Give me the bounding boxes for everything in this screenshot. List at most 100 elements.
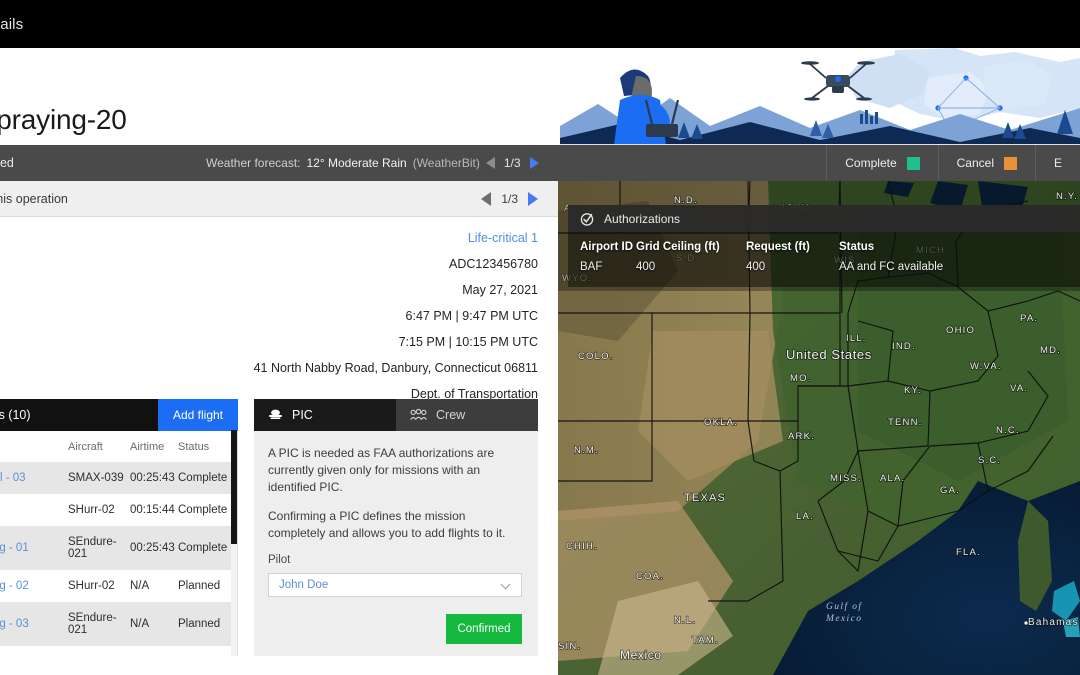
- authorization-status: AA and FC available: [839, 261, 944, 273]
- authorizations-table: Airport ID Grid Ceiling (ft) Request (ft…: [568, 232, 1080, 276]
- pic-panel-actions: Confirmed: [268, 597, 522, 644]
- map-label: Gulf of: [826, 601, 862, 612]
- pilot-select[interactable]: John Doe: [268, 573, 522, 597]
- flights-table: Aircraft Airtime Status pectral - 03 SMA…: [0, 431, 238, 675]
- triangle-right-icon[interactable]: [529, 157, 539, 169]
- toolbar-actions: Complete Cancel E: [826, 145, 1080, 181]
- operations-panel-header: ons in this operation 1/3: [0, 181, 558, 217]
- date-value: May 27, 2021: [462, 283, 538, 297]
- flights-panel-title: Flights (10): [0, 408, 31, 422]
- flight-aircraft[interactable]: SMAX-039: [68, 462, 130, 494]
- pic-description-2: Confirming a PIC defines the mission com…: [268, 509, 506, 540]
- flight-aircraft[interactable]: SHurr-02: [68, 570, 130, 602]
- operations-page-indicator: 1/3: [501, 191, 518, 206]
- authorization-airport-id: BAF: [580, 261, 603, 273]
- flight-airtime: 00:25:43: [130, 462, 178, 494]
- tab-pic[interactable]: PIC: [254, 399, 396, 431]
- weather-forecast-source: (WeatherBit): [412, 156, 480, 170]
- map-label: Mexico: [825, 614, 862, 624]
- map-label: TEXAS: [684, 492, 726, 504]
- flight-status: Planned: [178, 580, 221, 592]
- detail-row: ime 7:15 PM | 10:15 PM UTC: [0, 329, 538, 355]
- flight-status: Planned: [178, 602, 238, 646]
- pic-panel-body: A PIC is needed as FAA authorizations ar…: [254, 431, 538, 644]
- flights-panel: Flights (10) Add flight Aircraft Airtime…: [0, 399, 238, 675]
- column-header-status: Status: [839, 241, 875, 253]
- cancel-button-label: Cancel: [956, 156, 994, 170]
- bottom-spacer: [0, 656, 558, 675]
- flight-status: Complete: [178, 526, 238, 570]
- table-row[interactable]: pectral - 03 SMAX-039 00:25:43 Complete: [0, 462, 238, 494]
- location-value: 41 North Nabby Road, Danbury, Connecticu…: [253, 361, 538, 375]
- pic-panel: PIC Crew A PIC is needed as FAA authoriz…: [254, 399, 538, 656]
- map-label: S.C.: [978, 455, 1001, 466]
- page-title: on details: [0, 15, 24, 33]
- weather-pager: 1/3: [485, 156, 539, 170]
- extra-action-button[interactable]: E: [1034, 145, 1080, 181]
- column-header-name: [0, 431, 68, 462]
- map-label: KY.: [904, 385, 922, 396]
- triangle-left-icon[interactable]: [485, 157, 495, 169]
- flight-status: Complete: [178, 504, 228, 516]
- flight-airtime: 00:25:43: [130, 526, 178, 570]
- map-label: Bahamas: [1028, 617, 1079, 628]
- flight-name[interactable]: praying - 03: [0, 618, 68, 630]
- map-label: N.C.: [996, 425, 1020, 436]
- complete-button[interactable]: Complete: [826, 145, 937, 181]
- pic-tabs: PIC Crew: [254, 399, 538, 431]
- tab-pic-label: PIC: [292, 408, 313, 422]
- column-header-grid-ceiling: Grid Ceiling (ft): [636, 241, 720, 253]
- authorizations-header-row: Airport ID Grid Ceiling (ft) Request (ft…: [568, 232, 1080, 258]
- table-row[interactable]: praying - 01 SEndure-021 00:25:43 Comple…: [0, 526, 238, 570]
- top-navigation-bar: on details: [0, 0, 1080, 48]
- tab-crew[interactable]: Crew: [396, 399, 538, 431]
- extra-action-label: E: [1053, 156, 1062, 170]
- operation-status-label: Planned: [0, 156, 14, 170]
- operation-detail-list: ation Life-critical 1 on ID ADC123456780…: [0, 217, 558, 407]
- tab-crew-label: Crew: [436, 408, 466, 422]
- operation-toolbar: Planned Weather forecast: 12° Moderate R…: [0, 145, 1080, 181]
- cancel-button[interactable]: Cancel: [937, 145, 1035, 181]
- table-row[interactable]: 02 SHurr-02 00:15:44 Complete: [0, 494, 238, 526]
- map-label: CHIH.: [566, 541, 598, 552]
- operations-pager: 1/3: [481, 191, 538, 206]
- table-row[interactable]: praying - 02 SHurr-02 N/A Planned: [0, 570, 238, 602]
- detail-row: ation Life-critical 1: [0, 225, 538, 251]
- map-label: TENN.: [888, 417, 923, 428]
- operations-next-icon[interactable]: [528, 191, 538, 206]
- detail-row: May 27, 2021: [0, 277, 538, 303]
- add-flight-button[interactable]: Add flight: [158, 399, 238, 431]
- detail-row: time 6:47 PM | 9:47 PM UTC: [0, 303, 538, 329]
- map-label: TAM.: [692, 635, 719, 646]
- flight-aircraft[interactable]: SEndure-021: [68, 602, 130, 646]
- map-label: FLA.: [956, 547, 981, 558]
- map-label: COA.: [636, 571, 664, 582]
- flight-name[interactable]: 02: [0, 504, 68, 516]
- classification-value[interactable]: Life-critical 1: [468, 228, 538, 248]
- flight-airtime: 00:15:44: [130, 504, 175, 516]
- flight-airtime: N/A: [130, 602, 178, 646]
- flight-aircraft[interactable]: SEndure-021: [68, 526, 130, 570]
- weather-forecast-value: 12° Moderate Rain: [306, 156, 407, 170]
- map-label: LA.: [796, 511, 814, 522]
- confirmed-button[interactable]: Confirmed: [446, 614, 522, 644]
- flight-name[interactable]: praying - 02: [0, 580, 68, 592]
- map-label: N.Y.: [1056, 191, 1078, 202]
- column-header-aircraft: Aircraft: [68, 431, 130, 462]
- flight-status: Complete: [178, 462, 238, 494]
- operation-id-value: ADC123456780: [449, 257, 538, 271]
- pilot-cap-icon: [269, 409, 282, 419]
- flights-table-header-row: Aircraft Airtime Status: [0, 431, 238, 462]
- complete-button-label: Complete: [845, 156, 897, 170]
- map-label: Mexico: [620, 648, 662, 662]
- flight-name[interactable]: pectral - 03: [0, 472, 68, 484]
- map-label: N.L.: [674, 615, 696, 626]
- map-label: MISS.: [830, 473, 862, 484]
- flight-name[interactable]: praying - 01: [0, 542, 68, 554]
- flight-airtime: N/A: [130, 580, 150, 592]
- flight-aircraft[interactable]: SHurr-02: [68, 494, 130, 526]
- table-row[interactable]: praying - 03 SEndure-021 N/A Planned: [0, 602, 238, 646]
- operations-prev-icon[interactable]: [481, 191, 492, 206]
- pilot-select-value: John Doe: [279, 579, 329, 591]
- complete-status-swatch: [906, 156, 920, 170]
